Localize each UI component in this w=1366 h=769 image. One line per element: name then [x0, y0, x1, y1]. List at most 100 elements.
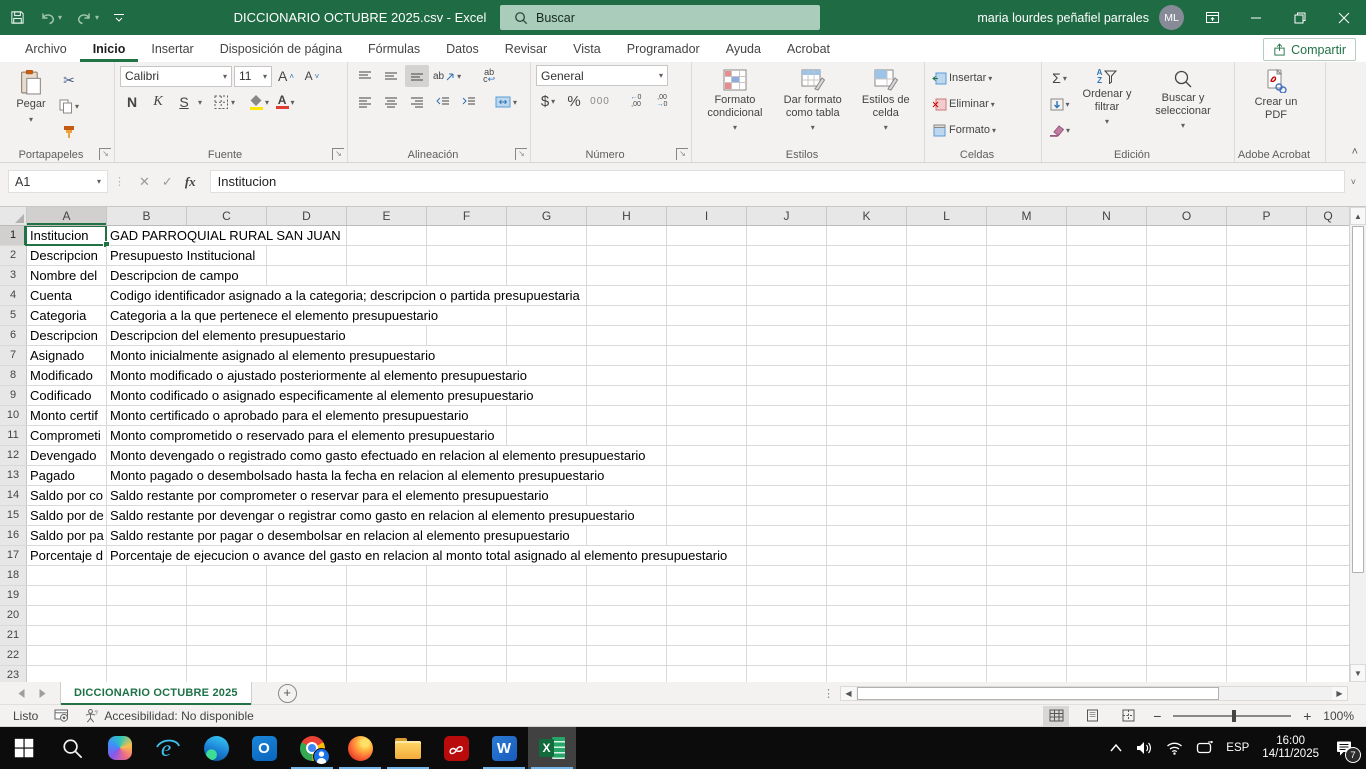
scroll-down-icon[interactable]: ▼: [1350, 664, 1366, 682]
currency-button[interactable]: $▾: [536, 90, 560, 112]
column-header-q[interactable]: Q: [1307, 207, 1349, 225]
fill-color-button[interactable]: ▾: [247, 91, 271, 113]
column-header-m[interactable]: M: [987, 207, 1067, 225]
taskbar-excel-button[interactable]: X: [528, 727, 576, 769]
row-header-2[interactable]: 2: [0, 246, 27, 265]
row-header-17[interactable]: 17: [0, 546, 27, 565]
cell-B16[interactable]: Saldo restante por pagar o desembolsar e…: [107, 526, 575, 545]
taskbar-file-explorer-button[interactable]: [384, 727, 432, 769]
sort-filter-button[interactable]: AZ Ordenar y filtrar ▾: [1072, 65, 1142, 129]
conditional-formatting-button[interactable]: Formato condicional ▾: [697, 65, 773, 135]
cell-A12[interactable]: Devengado: [27, 446, 107, 465]
cell-B15[interactable]: Saldo restante por devengar o registrar …: [107, 506, 640, 525]
tab-formulas[interactable]: Fórmulas: [355, 37, 433, 62]
cell-A16[interactable]: Saldo por pa: [27, 526, 107, 545]
comma-style-button[interactable]: 000: [588, 90, 612, 112]
decrease-decimal-button[interactable]: ,00→0: [650, 90, 674, 112]
tab-acrobat[interactable]: Acrobat: [774, 37, 843, 62]
cell-A5[interactable]: Categoria: [27, 306, 107, 325]
zoom-level[interactable]: 100%: [1323, 709, 1354, 723]
row-header-14[interactable]: 14: [0, 486, 27, 505]
taskbar-outlook-button[interactable]: O: [240, 727, 288, 769]
tab-disposicion-de-pagina[interactable]: Disposición de página: [207, 37, 355, 62]
format-as-table-button[interactable]: Dar formato como tabla ▾: [773, 65, 853, 135]
search-box[interactable]: Buscar: [500, 5, 820, 30]
cell-B13[interactable]: Monto pagado o desembolsado hasta la fec…: [107, 466, 609, 485]
cell-A15[interactable]: Saldo por de: [27, 506, 107, 525]
row-header-9[interactable]: 9: [0, 386, 27, 405]
language-indicator[interactable]: ESP: [1226, 742, 1249, 754]
clipboard-dialog-launcher[interactable]: ↘: [99, 148, 111, 160]
column-header-p[interactable]: P: [1227, 207, 1307, 225]
wrap-text-button[interactable]: abc↩: [477, 65, 501, 87]
row-header-7[interactable]: 7: [0, 346, 27, 365]
cell-B6[interactable]: Descripcion del elemento presupuestario: [107, 326, 351, 345]
confirm-entry-icon[interactable]: ✓: [162, 174, 173, 190]
close-button[interactable]: [1322, 0, 1366, 35]
cell-B3[interactable]: Descripcion de campo: [107, 266, 244, 285]
ribbon-display-options-button[interactable]: [1190, 0, 1234, 35]
align-center-button[interactable]: [379, 91, 403, 113]
column-header-e[interactable]: E: [347, 207, 427, 225]
cut-button[interactable]: ✂: [57, 69, 81, 91]
percent-button[interactable]: %: [562, 90, 586, 112]
row-header-1[interactable]: 1: [0, 226, 27, 245]
merge-center-button[interactable]: ▾: [493, 91, 519, 113]
volume-icon[interactable]: [1136, 741, 1153, 755]
column-header-d[interactable]: D: [267, 207, 347, 225]
align-left-button[interactable]: [353, 91, 377, 113]
increase-font-button[interactable]: A˄: [274, 65, 298, 87]
font-name-combo[interactable]: Calibri▾: [120, 66, 232, 87]
tab-revisar[interactable]: Revisar: [492, 37, 560, 62]
taskbar-word-button[interactable]: W: [480, 727, 528, 769]
cell-A10[interactable]: Monto certif: [27, 406, 107, 425]
account-area[interactable]: maria lourdes peñafiel parrales ML: [977, 0, 1184, 35]
row-header-18[interactable]: 18: [0, 566, 27, 585]
align-bottom-button[interactable]: [405, 65, 429, 87]
cell-styles-button[interactable]: Estilos de celda ▾: [853, 65, 919, 135]
font-color-button[interactable]: A ▾: [273, 91, 297, 113]
save-button[interactable]: [10, 10, 25, 25]
cell-A9[interactable]: Codificado: [27, 386, 107, 405]
column-header-b[interactable]: B: [107, 207, 187, 225]
redo-dropdown[interactable]: ▾: [95, 13, 99, 22]
tab-vista[interactable]: Vista: [560, 37, 614, 62]
row-header-22[interactable]: 22: [0, 646, 27, 665]
clear-button[interactable]: ▾: [1047, 119, 1072, 141]
formula-input[interactable]: Institucion: [210, 170, 1345, 193]
macro-record-icon[interactable]: [54, 709, 69, 722]
align-middle-button[interactable]: [379, 65, 403, 87]
delete-cells-button[interactable]: Eliminar ▾: [930, 93, 998, 115]
cell-A1[interactable]: Institucion: [27, 226, 107, 245]
column-header-f[interactable]: F: [427, 207, 507, 225]
avatar[interactable]: ML: [1159, 5, 1184, 30]
row-header-16[interactable]: 16: [0, 526, 27, 545]
scroll-up-icon[interactable]: ▲: [1350, 207, 1366, 225]
row-header-21[interactable]: 21: [0, 626, 27, 645]
increase-decimal-button[interactable]: ←0,00: [624, 90, 648, 112]
cell-B11[interactable]: Monto comprometido o reservado para el e…: [107, 426, 499, 445]
cell-B1[interactable]: GAD PARROQUIAL RURAL SAN JUAN: [107, 226, 346, 245]
horizontal-scrollbar[interactable]: ◀ ▶: [840, 686, 1348, 701]
new-sheet-button[interactable]: +: [278, 684, 297, 703]
cell-B17[interactable]: Porcentaje de ejecucion o avance del gas…: [107, 546, 732, 565]
row-header-19[interactable]: 19: [0, 586, 27, 605]
paste-button[interactable]: Pegar ▾: [5, 65, 57, 126]
zoom-in-button[interactable]: +: [1301, 708, 1313, 724]
cell-B12[interactable]: Monto devengado o registrado como gasto …: [107, 446, 651, 465]
notification-center-button[interactable]: 7: [1332, 736, 1356, 760]
connect-display-icon[interactable]: [1196, 741, 1213, 755]
column-header-l[interactable]: L: [907, 207, 987, 225]
vertical-scrollbar[interactable]: ▲ ▼: [1349, 207, 1366, 682]
undo-button[interactable]: ▾: [39, 11, 62, 25]
underline-button[interactable]: S: [172, 91, 196, 113]
underline-dropdown[interactable]: ▾: [198, 98, 202, 107]
cell-A4[interactable]: Cuenta: [27, 286, 107, 305]
tab-datos[interactable]: Datos: [433, 37, 492, 62]
cell-A2[interactable]: Descripcion: [27, 246, 107, 265]
taskbar-acrobat-button[interactable]: [432, 727, 480, 769]
taskbar-search-button[interactable]: [48, 727, 96, 769]
tab-ayuda[interactable]: Ayuda: [713, 37, 774, 62]
row-header-13[interactable]: 13: [0, 466, 27, 485]
tab-scroll-splitter[interactable]: ⋮: [817, 687, 840, 700]
